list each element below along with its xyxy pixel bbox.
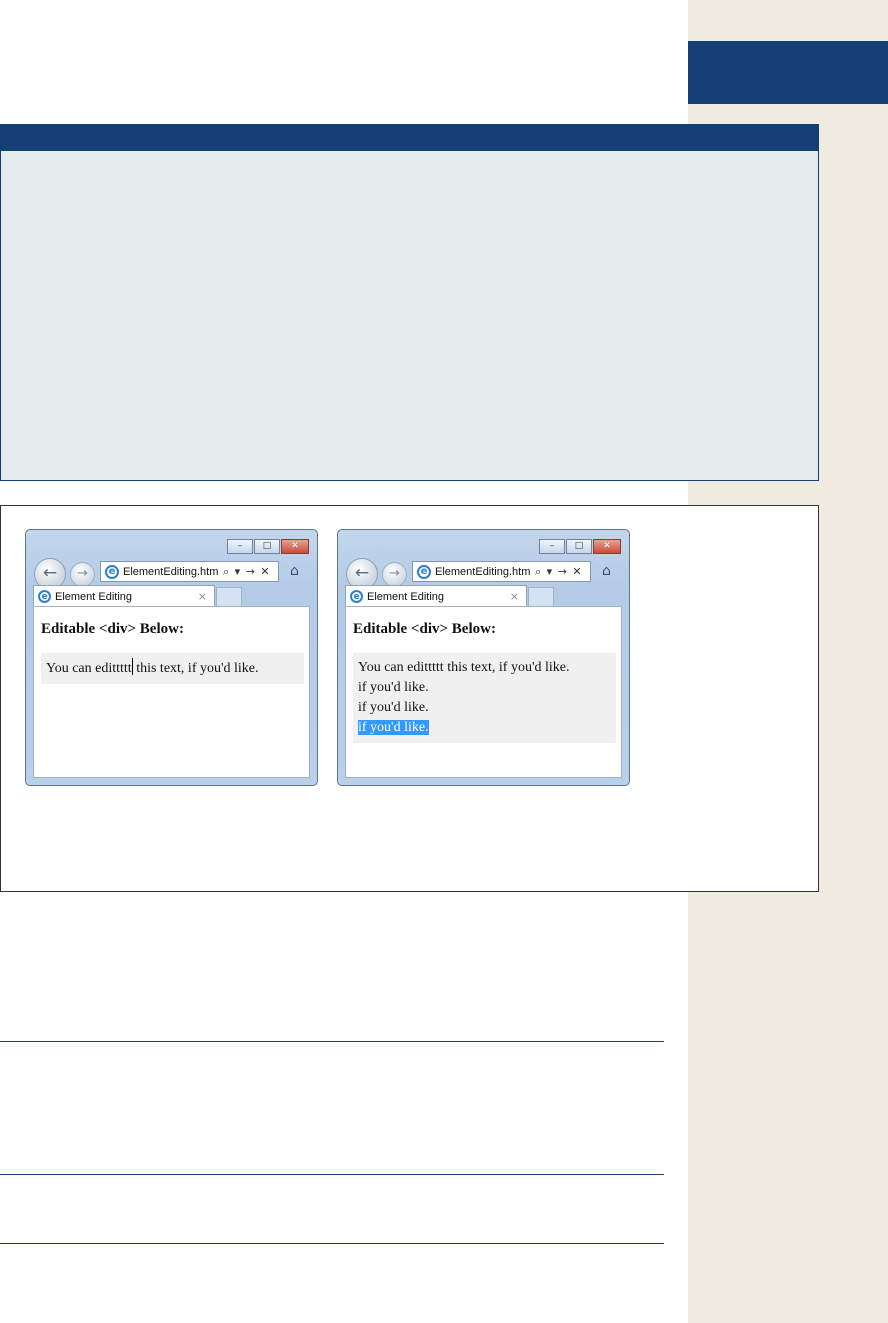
tab-ie-icon: e bbox=[350, 590, 363, 603]
address-bar[interactable]: e ElementEditing.htm ⌕ ▾ → ✕ bbox=[412, 561, 591, 582]
browser-window-left: – □ ✕ ← → e ElementEditing.htm ⌕ ▾ → ✕ ⌂… bbox=[25, 529, 318, 786]
editable-text-before-caret: You can edittttt bbox=[46, 661, 132, 676]
editable-div[interactable]: You can edittttt this text, if you'd lik… bbox=[41, 653, 304, 684]
browser-window-right: – □ ✕ ← → e ElementEditing.htm ⌕ ▾ → ✕ ⌂… bbox=[337, 529, 630, 786]
ie-logo-icon: e bbox=[105, 564, 119, 579]
forward-arrow-icon[interactable]: → bbox=[70, 562, 95, 587]
tab-close-icon[interactable]: × bbox=[510, 590, 519, 603]
note-panel bbox=[0, 124, 819, 481]
close-button[interactable]: ✕ bbox=[281, 539, 309, 554]
editable-text-after-caret: this text, if you'd like. bbox=[132, 661, 259, 676]
window-controls: – □ ✕ bbox=[226, 539, 309, 554]
address-tools-icons[interactable]: ⌕ ▾ → ✕ bbox=[535, 565, 583, 579]
tab-ie-icon: e bbox=[38, 590, 51, 603]
home-icon[interactable]: ⌂ bbox=[602, 563, 611, 579]
window-controls: – □ ✕ bbox=[538, 539, 621, 554]
page-content: Editable <div> Below: You can edittttt t… bbox=[345, 606, 622, 778]
page-content: Editable <div> Below: You can edittttt t… bbox=[33, 606, 310, 778]
browser-tab[interactable]: e Element Editing × bbox=[33, 585, 215, 607]
note-panel-header bbox=[1, 125, 818, 151]
figure-box: – □ ✕ ← → e ElementEditing.htm ⌕ ▾ → ✕ ⌂… bbox=[0, 505, 819, 892]
editable-line: if you'd like. bbox=[358, 700, 429, 715]
maximize-button[interactable]: □ bbox=[254, 539, 280, 554]
tab-title: Element Editing bbox=[367, 590, 445, 603]
editable-line: if you'd like. bbox=[358, 680, 429, 695]
page-heading: Editable <div> Below: bbox=[41, 621, 184, 637]
tab-title: Element Editing bbox=[55, 590, 133, 603]
address-text[interactable]: ElementEditing.htm bbox=[435, 566, 533, 578]
minimize-button[interactable]: – bbox=[227, 539, 253, 554]
forward-arrow-icon[interactable]: → bbox=[382, 562, 407, 587]
address-text[interactable]: ElementEditing.htm bbox=[123, 566, 221, 578]
address-bar[interactable]: e ElementEditing.htm ⌕ ▾ → ✕ bbox=[100, 561, 279, 582]
page-heading: Editable <div> Below: bbox=[353, 621, 496, 637]
tab-close-icon[interactable]: × bbox=[198, 590, 207, 603]
close-button[interactable]: ✕ bbox=[593, 539, 621, 554]
new-tab-button[interactable] bbox=[216, 587, 242, 607]
sidebar-tab bbox=[688, 41, 888, 104]
maximize-button[interactable]: □ bbox=[566, 539, 592, 554]
divider-rule bbox=[0, 1174, 664, 1175]
editable-div[interactable]: You can edittttt this text, if you'd lik… bbox=[353, 653, 616, 743]
divider-rule bbox=[0, 1041, 664, 1042]
address-tools-icons[interactable]: ⌕ ▾ → ✕ bbox=[223, 565, 271, 579]
ie-logo-icon: e bbox=[417, 564, 431, 579]
selected-text[interactable]: if you'd like. bbox=[358, 720, 429, 735]
divider-rule bbox=[0, 1243, 664, 1244]
editable-line: You can edittttt this text, if you'd lik… bbox=[358, 660, 570, 675]
home-icon[interactable]: ⌂ bbox=[290, 563, 299, 579]
new-tab-button[interactable] bbox=[528, 587, 554, 607]
minimize-button[interactable]: – bbox=[539, 539, 565, 554]
browser-tab[interactable]: e Element Editing × bbox=[345, 585, 527, 607]
